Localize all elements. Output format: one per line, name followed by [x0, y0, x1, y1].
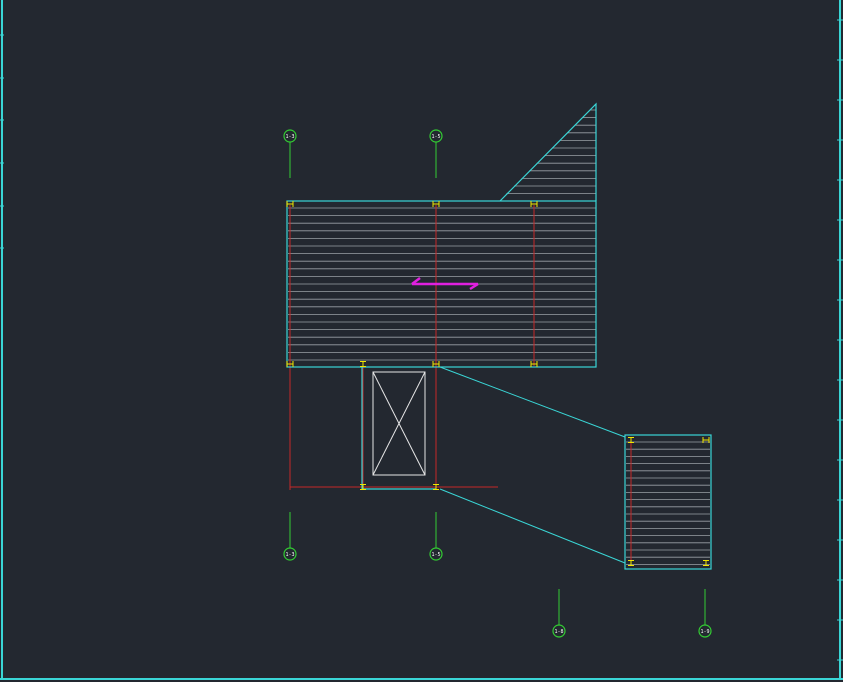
- axis-bubble-label: 1-5: [431, 552, 440, 558]
- stair-opening-cross-icon[interactable]: [372, 371, 426, 476]
- axis-bubble-label: 1-9: [700, 629, 709, 635]
- axis-bubble-label: 1-3: [285, 134, 294, 140]
- axis-bubble-bottom-2[interactable]: 1-5: [429, 512, 443, 561]
- beam-lines[interactable]: [289, 205, 632, 563]
- axis-markers[interactable]: 1-3 1-5 1-3 1-5 1-8 1-9: [283, 129, 712, 638]
- axis-bubble-bottom-1[interactable]: 1-3: [283, 512, 297, 561]
- cad-drawing-canvas[interactable]: 1-3 1-5 1-3 1-5 1-8 1-9: [0, 0, 843, 682]
- column-marker[interactable]: [360, 361, 366, 367]
- double-arrow-icon[interactable]: [411, 277, 479, 291]
- axis-bubble-detail-1[interactable]: 1-8: [552, 589, 566, 638]
- axis-bubble-top-1[interactable]: 1-3: [283, 129, 297, 178]
- column-markers[interactable]: [286, 201, 710, 566]
- axis-bubble-top-2[interactable]: 1-5: [429, 129, 443, 178]
- axis-bubble-label: 1-5: [431, 134, 440, 140]
- cad-viewport[interactable]: 1-3 1-5 1-3 1-5 1-8 1-9: [0, 0, 843, 682]
- detail-slab-hatch: [626, 441, 710, 565]
- detail-leader-lines: [439, 366, 626, 564]
- drawing-frame: [0, 0, 843, 680]
- axis-bubble-label: 1-8: [554, 629, 563, 635]
- axis-bubble-label: 1-3: [285, 552, 294, 558]
- axis-bubble-detail-2[interactable]: 1-9: [698, 589, 712, 638]
